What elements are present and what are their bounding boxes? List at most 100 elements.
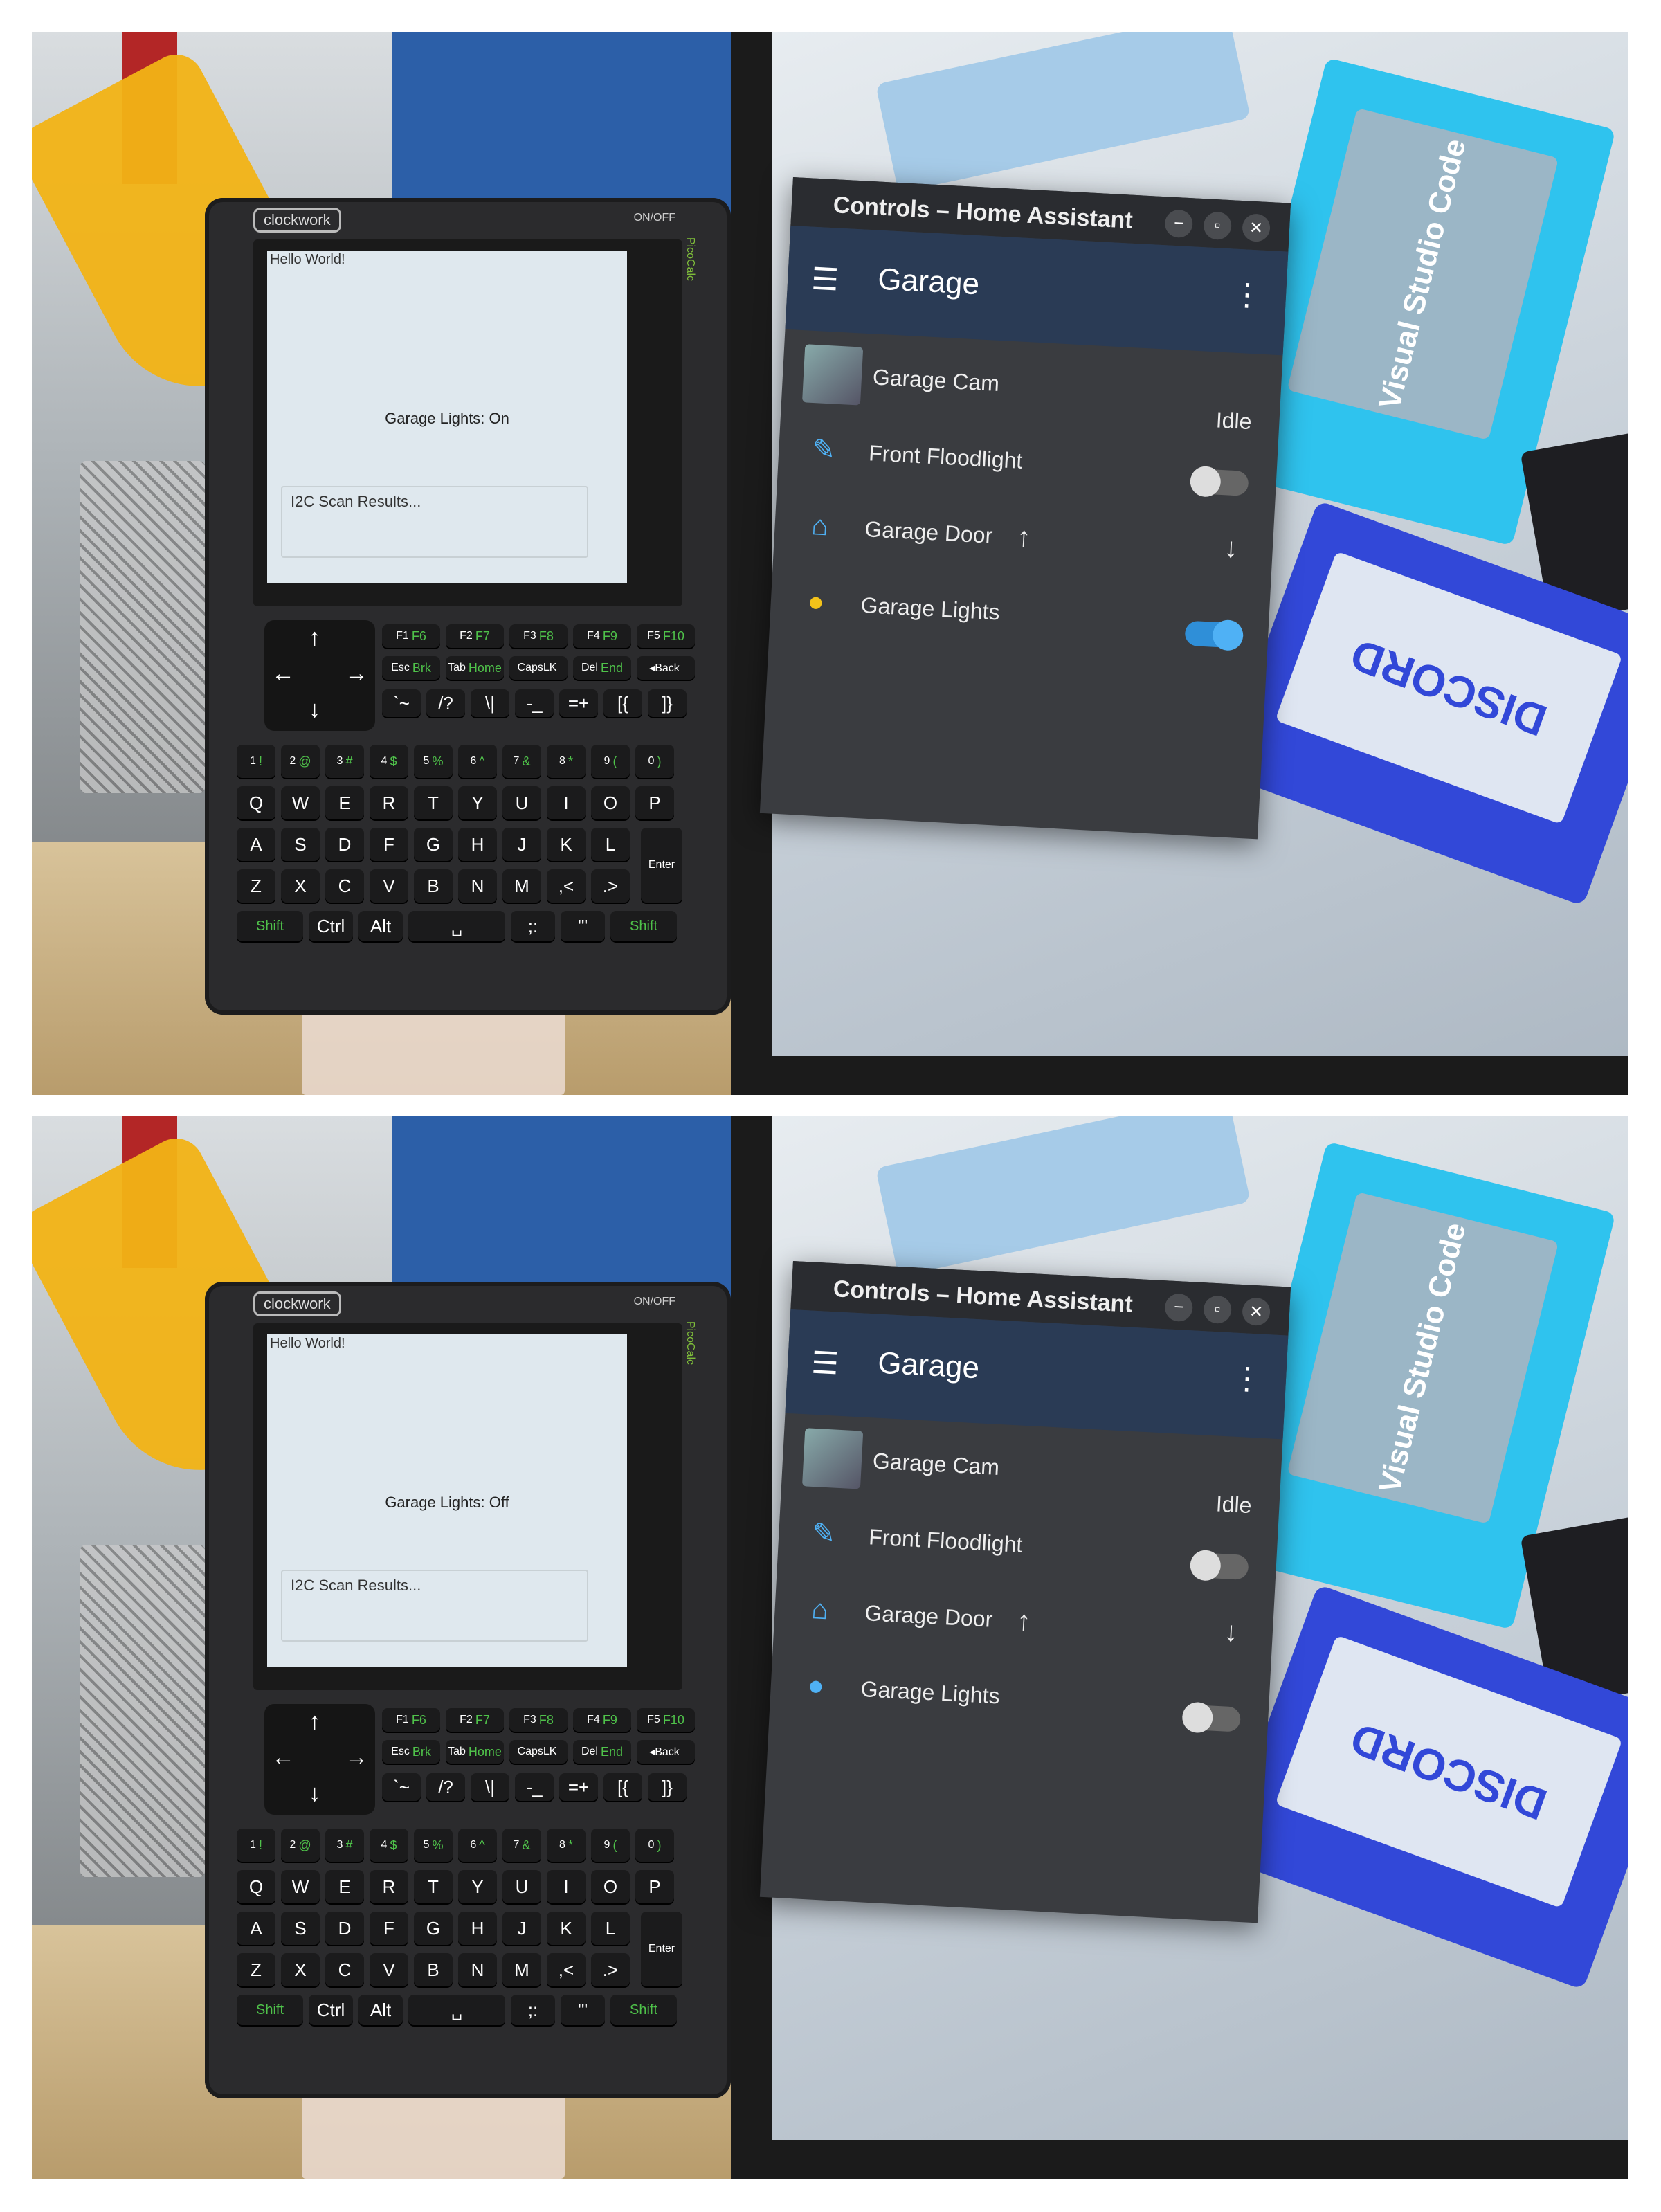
number-key[interactable]: 0) xyxy=(635,1829,674,1862)
letter-q-key[interactable]: Y xyxy=(458,786,497,819)
function-key[interactable]: F4 F9 xyxy=(573,624,631,648)
dpad[interactable]: ↑ ↓ ← → xyxy=(264,1704,375,1815)
letter-q-key[interactable]: Q xyxy=(237,786,275,819)
number-key[interactable]: 8 * xyxy=(547,745,586,778)
letter-z-key[interactable]: .> xyxy=(591,1953,630,1986)
letter-q-key[interactable]: I xyxy=(547,786,586,819)
letter-q-key[interactable]: T xyxy=(414,1870,453,1903)
letter-z-key[interactable]: .> xyxy=(591,869,630,903)
letter-a-key[interactable]: H xyxy=(458,1912,497,1945)
letter-a-key[interactable]: F xyxy=(370,1912,408,1945)
maximize-button[interactable]: ▫ xyxy=(1203,211,1233,241)
dpad-up-icon[interactable]: ↑ xyxy=(309,624,320,651)
number-key[interactable]: 9( xyxy=(591,1829,630,1862)
letter-q-key[interactable]: E xyxy=(325,1870,364,1903)
bottom-key[interactable]: Shift xyxy=(237,911,303,941)
more-options-icon[interactable]: ⋮ xyxy=(1231,276,1264,313)
letter-a-key[interactable]: J xyxy=(502,1912,541,1945)
letter-z-key[interactable]: ,< xyxy=(547,1953,586,1986)
close-button[interactable]: ✕ xyxy=(1242,1297,1271,1327)
symbol-key[interactable]: \| xyxy=(471,1773,509,1801)
function-key[interactable]: F5 F10 xyxy=(637,1708,695,1732)
letter-z-key[interactable]: Z xyxy=(237,869,275,903)
letter-z-key[interactable]: M xyxy=(502,869,541,903)
bottom-key[interactable]: Ctrl xyxy=(309,1995,353,2025)
function-key[interactable]: F3 F8 xyxy=(509,624,568,648)
camera-thumbnail[interactable] xyxy=(802,1428,864,1489)
bottom-key[interactable]: Shift xyxy=(610,1995,677,2025)
letter-q-key[interactable]: P xyxy=(635,786,674,819)
bottom-key[interactable]: Ctrl xyxy=(309,911,353,941)
entity-row[interactable]: Garage Cam Idle xyxy=(802,344,1262,434)
symbol-key[interactable]: ]} xyxy=(648,689,687,717)
dpad-down-icon[interactable]: ↓ xyxy=(309,1780,320,1807)
minimize-button[interactable]: − xyxy=(1164,1293,1194,1323)
bottom-key[interactable]: '" xyxy=(561,1995,605,2025)
function-key[interactable]: F2 F7 xyxy=(446,1708,504,1732)
entity-toggle[interactable] xyxy=(1184,619,1244,651)
close-arrow-icon[interactable]: ↓ xyxy=(1224,532,1239,564)
letter-q-key[interactable]: R xyxy=(370,786,408,819)
symbol-key[interactable]: ]} xyxy=(648,1773,687,1801)
close-button[interactable]: ✕ xyxy=(1242,213,1271,243)
bottom-key[interactable]: ␣ xyxy=(408,1995,505,2025)
symbol-key[interactable]: -_ xyxy=(515,1773,554,1801)
special-key[interactable]: Tab Home xyxy=(446,656,504,680)
symbol-key[interactable]: \| xyxy=(471,689,509,717)
number-key[interactable]: 7 & xyxy=(502,1829,541,1862)
dpad[interactable]: ↑ ↓ ← → xyxy=(264,620,375,731)
letter-z-key[interactable]: C xyxy=(325,1953,364,1986)
letter-a-key[interactable]: A xyxy=(237,828,275,861)
symbol-key[interactable]: `~ xyxy=(382,689,421,717)
letter-q-key[interactable]: Y xyxy=(458,1870,497,1903)
function-key[interactable]: F5 F10 xyxy=(637,624,695,648)
entity-toggle[interactable] xyxy=(1181,1701,1242,1734)
letter-q-key[interactable]: E xyxy=(325,786,364,819)
letter-a-key[interactable]: G xyxy=(414,828,453,861)
dpad-up-icon[interactable]: ↑ xyxy=(309,1708,320,1735)
letter-z-key[interactable]: N xyxy=(458,869,497,903)
letter-z-key[interactable]: N xyxy=(458,1953,497,1986)
menu-icon[interactable]: ☰ xyxy=(810,262,839,298)
entity-row[interactable]: ✎ Front Floodlight xyxy=(798,1504,1258,1590)
bottom-key[interactable]: Shift xyxy=(237,1995,303,2025)
number-key[interactable]: 7 & xyxy=(502,745,541,778)
symbol-key[interactable]: /? xyxy=(426,689,465,717)
function-key[interactable]: F2 F7 xyxy=(446,624,504,648)
number-key[interactable]: 0) xyxy=(635,745,674,778)
number-key[interactable]: 3 # xyxy=(325,745,364,778)
special-key[interactable]: ◂Back xyxy=(637,656,695,680)
bottom-key[interactable]: Alt xyxy=(358,1995,403,2025)
open-arrow-icon[interactable]: ↑ xyxy=(1016,1606,1031,1638)
letter-a-key[interactable]: S xyxy=(281,1912,320,1945)
dpad-left-icon[interactable]: ← xyxy=(271,1744,295,1771)
letter-z-key[interactable]: X xyxy=(281,869,320,903)
letter-a-key[interactable]: A xyxy=(237,1912,275,1945)
open-arrow-icon[interactable]: ↑ xyxy=(1016,522,1031,554)
letter-q-key[interactable]: U xyxy=(502,1870,541,1903)
number-key[interactable]: 5% xyxy=(414,1829,453,1862)
letter-q-key[interactable]: O xyxy=(591,786,630,819)
number-key[interactable]: 2 @ xyxy=(281,745,320,778)
letter-z-key[interactable]: ,< xyxy=(547,869,586,903)
number-key[interactable]: 8 * xyxy=(547,1829,586,1862)
entity-row[interactable]: ● Garage Lights xyxy=(790,572,1249,658)
symbol-key[interactable]: `~ xyxy=(382,1773,421,1801)
symbol-key[interactable]: =+ xyxy=(559,1773,598,1801)
letter-q-key[interactable]: Q xyxy=(237,1870,275,1903)
dpad-right-icon[interactable]: → xyxy=(345,660,368,687)
letter-q-key[interactable]: P xyxy=(635,1870,674,1903)
number-key[interactable]: 9( xyxy=(591,745,630,778)
letter-a-key[interactable]: L xyxy=(591,1912,630,1945)
menu-icon[interactable]: ☰ xyxy=(810,1345,839,1382)
letter-q-key[interactable]: W xyxy=(281,1870,320,1903)
letter-z-key[interactable]: M xyxy=(502,1953,541,1986)
function-key[interactable]: F3 F8 xyxy=(509,1708,568,1732)
special-key[interactable]: Tab Home xyxy=(446,1740,504,1764)
number-key[interactable]: 4 $ xyxy=(370,745,408,778)
bottom-key[interactable]: Shift xyxy=(610,911,677,941)
bottom-key[interactable]: Alt xyxy=(358,911,403,941)
enter-key[interactable]: Enter xyxy=(641,1912,682,1986)
letter-z-key[interactable]: B xyxy=(414,1953,453,1986)
letter-a-key[interactable]: D xyxy=(325,828,364,861)
